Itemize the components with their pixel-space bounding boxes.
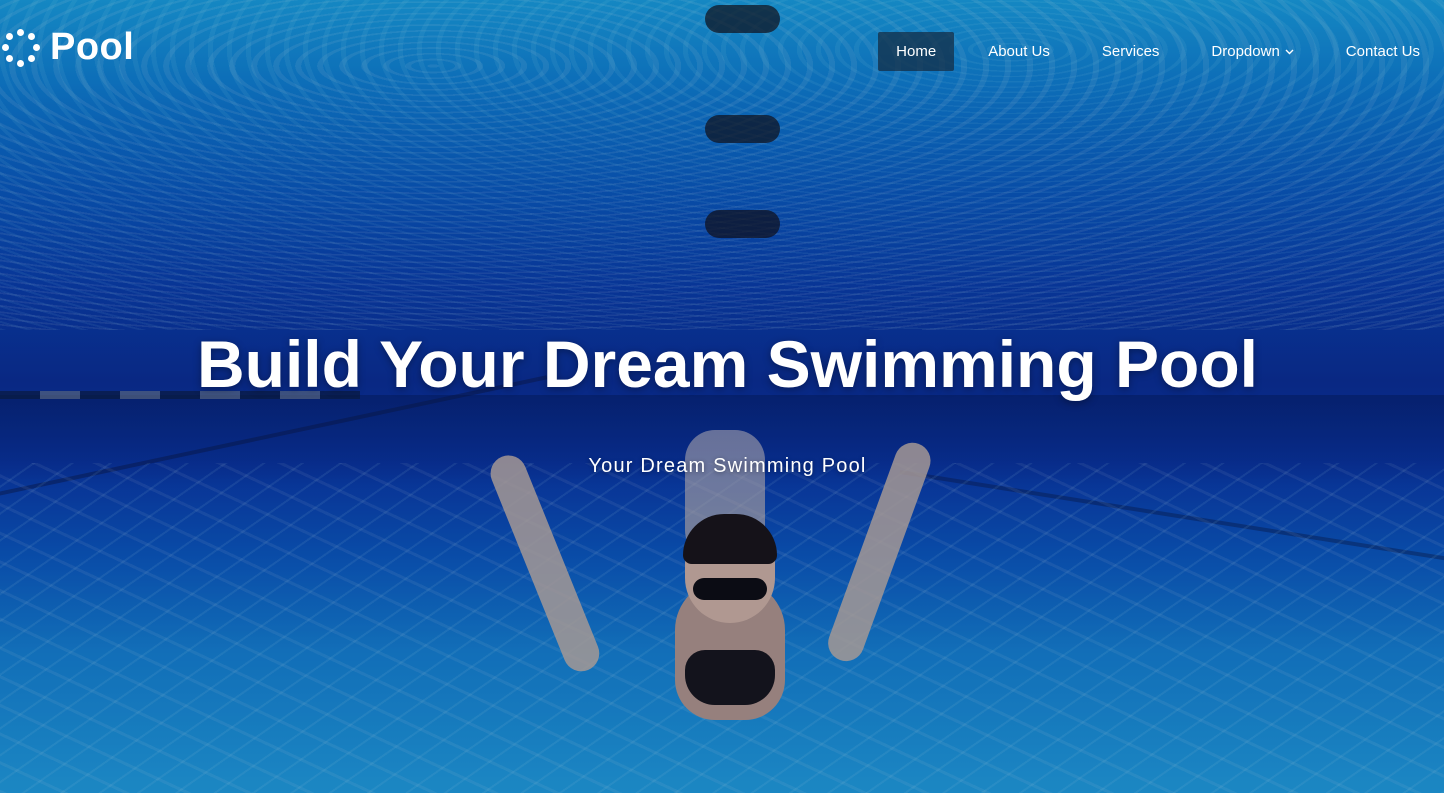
nav-contact-us[interactable]: Contact Us	[1328, 32, 1438, 71]
nav-services-label: Services	[1101, 43, 1160, 60]
hero-title: Build Your Dream Swimming Pool	[196, 327, 1259, 402]
nav-contact-us-label: Contact Us	[1345, 43, 1420, 60]
spinner-dots-icon	[2, 28, 40, 67]
nav-about-us-label: About Us	[988, 43, 1050, 60]
hero-subtitle: Your Dream Swimming Pool	[588, 455, 867, 477]
brand-name: Pool	[50, 26, 135, 68]
nav-home[interactable]: Home	[878, 32, 955, 71]
nav-dropdown[interactable]: Dropdown	[1193, 32, 1311, 71]
brand-logo[interactable]: Pool	[2, 26, 134, 69]
nav-home-label: Home	[896, 43, 937, 60]
main-nav: Home About Us Services Dropdown Contact …	[862, 32, 1438, 71]
nav-about-us[interactable]: About Us	[970, 32, 1068, 71]
nav-services[interactable]: Services	[1084, 32, 1178, 71]
chevron-down-icon	[1285, 49, 1294, 54]
nav-dropdown-label: Dropdown	[1211, 43, 1280, 60]
